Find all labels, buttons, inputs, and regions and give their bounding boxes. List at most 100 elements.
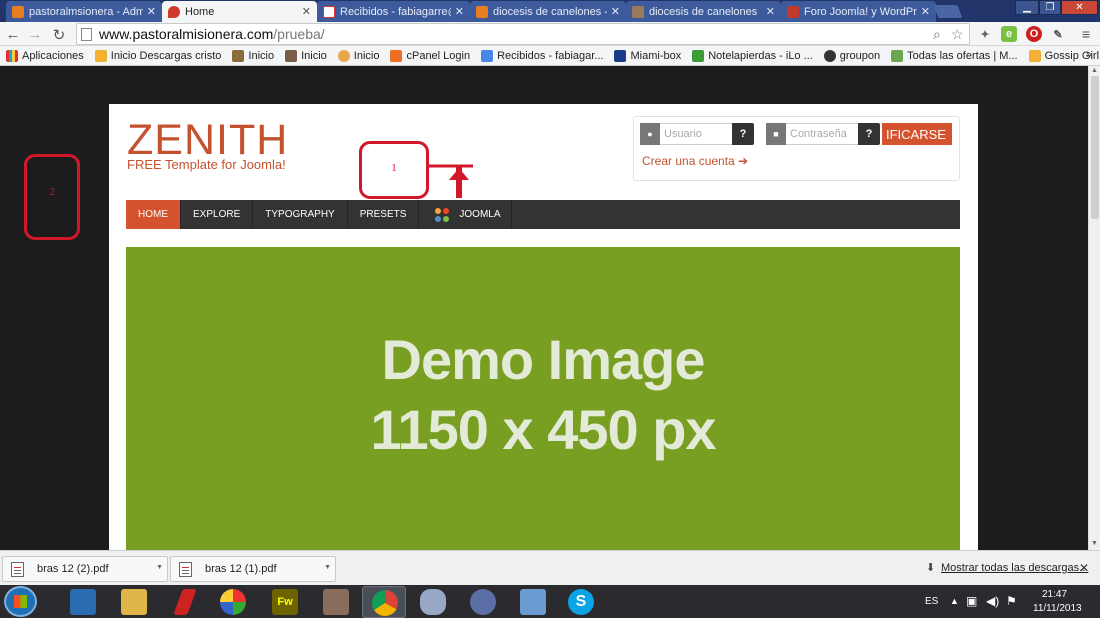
clock-date[interactable]: 11/11/2013 [1033,603,1082,614]
opera-icon[interactable]: O [1026,26,1042,42]
skype-icon[interactable]: S [568,589,594,615]
pdf-file-icon [179,561,192,577]
clock-time[interactable]: 21:47 [1042,589,1067,600]
joomla-icon [435,207,450,222]
close-window-button[interactable]: ✕ [1061,0,1098,15]
bookmark-star-icon[interactable]: ☆ [951,26,964,43]
lock-icon: ■ [766,123,786,145]
close-tab-icon[interactable]: ✕ [921,5,930,18]
taskbar-chrome-slot[interactable] [362,586,406,618]
username-input[interactable]: Usuario [660,123,732,145]
create-account-link[interactable]: Crear una cuenta ➔ [642,154,748,168]
bookmark-item[interactable]: Aplicaciones [6,49,84,62]
gmail-icon [323,5,335,18]
pdf-file-icon [11,561,24,577]
close-tab-icon[interactable]: ✕ [455,5,464,18]
extension-icon[interactable]: e [1001,26,1017,42]
forward-icon[interactable]: → [26,26,44,43]
chevron-down-icon[interactable]: ▼ [324,564,331,571]
close-tab-icon[interactable]: ✕ [611,5,620,18]
extension-icon[interactable]: ✦ [977,26,993,42]
nav-home[interactable]: HOME [126,200,181,229]
input-language[interactable]: ES [925,596,938,607]
close-tab-icon[interactable]: ✕ [147,5,156,18]
windows-taskbar: Fw S ES ▲ ▣ ◀) ⚑ 21:47 11/11/2013 [0,585,1100,618]
volume-icon[interactable]: ◀) [986,594,999,608]
reload-icon[interactable]: ↻ [50,26,68,44]
bookmark-item[interactable]: groupon [823,49,880,62]
start-button[interactable] [4,586,37,617]
folder-icon [1028,49,1041,62]
tab-diocesis-admin[interactable]: diocesis de canelones - Acti ✕ [470,1,626,22]
search-icon[interactable]: ⌕ [933,26,941,43]
bookmark-item[interactable]: Inicio Descargas cristo [94,49,221,62]
bookmark-item[interactable]: Inicio [337,49,379,62]
username-help-icon[interactable]: ? [732,123,754,145]
close-downloads-icon[interactable]: ✕ [1079,561,1089,575]
address-bar[interactable]: www.pastoralmisionera.com/prueba/ ⌕ ☆ [76,23,970,45]
download-item[interactable]: bras 12 (2).pdf ▼ [2,556,168,582]
tray-expand-icon[interactable]: ▲ [950,596,959,606]
tab-gmail[interactable]: Recibidos - fabiagarre@gm ✕ [317,1,470,22]
bookmark-item[interactable]: Recibidos - fabiagar... [481,49,603,62]
more-bookmarks-icon[interactable]: » [1086,49,1092,61]
hero-demo-image: Demo Image 1150 x 450 px [126,247,960,550]
close-tab-icon[interactable]: ✕ [766,5,775,18]
apps-icon [6,49,18,62]
tab-home[interactable]: Home ✕ [162,1,317,22]
explorer-folder-icon[interactable] [121,589,147,615]
nav-typography[interactable]: TYPOGRAPHY [253,200,348,229]
scroll-down-icon[interactable]: ▼ [1091,540,1098,547]
site-icon [337,49,350,62]
nav-explore[interactable]: EXPLORE [181,200,254,229]
bookmark-item[interactable]: cPanel Login [390,49,470,62]
extension-icon[interactable]: ✎ [1050,26,1066,42]
menu-icon[interactable]: ≡ [1078,26,1094,42]
bookmarks-bar: Aplicaciones Inicio Descargas cristo Ini… [0,46,1100,66]
nav-presets[interactable]: PRESETS [348,200,420,229]
cpanel-icon [390,49,403,62]
flag-icon[interactable]: ⚑ [1006,594,1017,608]
bookmark-item[interactable]: Inicio [285,49,327,62]
app-icon[interactable] [470,589,496,615]
new-tab-button[interactable] [933,5,963,18]
downloads-shelf: bras 12 (2).pdf ▼ bras 12 (1).pdf ▼ ⬇ Mo… [0,550,1100,585]
back-icon[interactable]: ← [4,26,22,43]
bookmark-item[interactable]: Miami-box [614,49,681,62]
bookmark-item[interactable]: Notelapierdas - iLo ... [692,49,813,62]
annotation-arrow-icon [427,164,473,198]
app-icon[interactable] [323,589,349,615]
scrollbar-thumb[interactable] [1091,76,1099,219]
network-icon[interactable]: ▣ [966,594,977,608]
login-button[interactable]: IFICARSE [882,123,952,145]
pen-app-icon[interactable] [173,589,197,615]
maximize-button[interactable]: ❐ [1039,0,1061,15]
bookmark-item[interactable]: Todas las ofertas | M... [891,49,1018,62]
page-scrollbar[interactable]: ▲ ▼ [1088,66,1100,550]
bookmark-item[interactable]: Inicio [232,49,274,62]
minimize-button[interactable]: ▁ [1015,0,1039,15]
page-icon [81,27,92,41]
site-icon [232,49,245,62]
tab-admin[interactable]: pastoralmsionera - Admin ✕ [6,1,162,22]
app-icon[interactable] [520,589,546,615]
tab-title: Foro Joomla! y WordPress [804,5,917,18]
media-player-icon[interactable] [70,589,96,615]
site-icon [632,5,644,18]
paint-icon[interactable] [420,589,446,615]
password-input[interactable]: Contraseña [786,123,858,145]
password-help-icon[interactable]: ? [858,123,880,145]
flame-icon [168,5,180,18]
main-nav: HOME EXPLORE TYPOGRAPHY PRESETS JOOMLA [126,200,960,229]
tab-foro[interactable]: Foro Joomla! y WordPress ✕ [781,1,936,22]
fireworks-icon[interactable]: Fw [272,589,298,615]
download-item[interactable]: bras 12 (1).pdf ▼ [170,556,336,582]
nav-joomla[interactable]: JOOMLA [419,200,512,229]
scroll-up-icon[interactable]: ▲ [1091,67,1098,74]
tab-diocesis[interactable]: diocesis de canelones ✕ [626,1,781,22]
show-all-downloads-link[interactable]: Mostrar todas las descargas... [941,562,1088,574]
folder-icon [94,49,107,62]
close-tab-icon[interactable]: ✕ [302,5,311,18]
chevron-down-icon[interactable]: ▼ [156,564,163,571]
picasa-icon[interactable] [220,589,246,615]
